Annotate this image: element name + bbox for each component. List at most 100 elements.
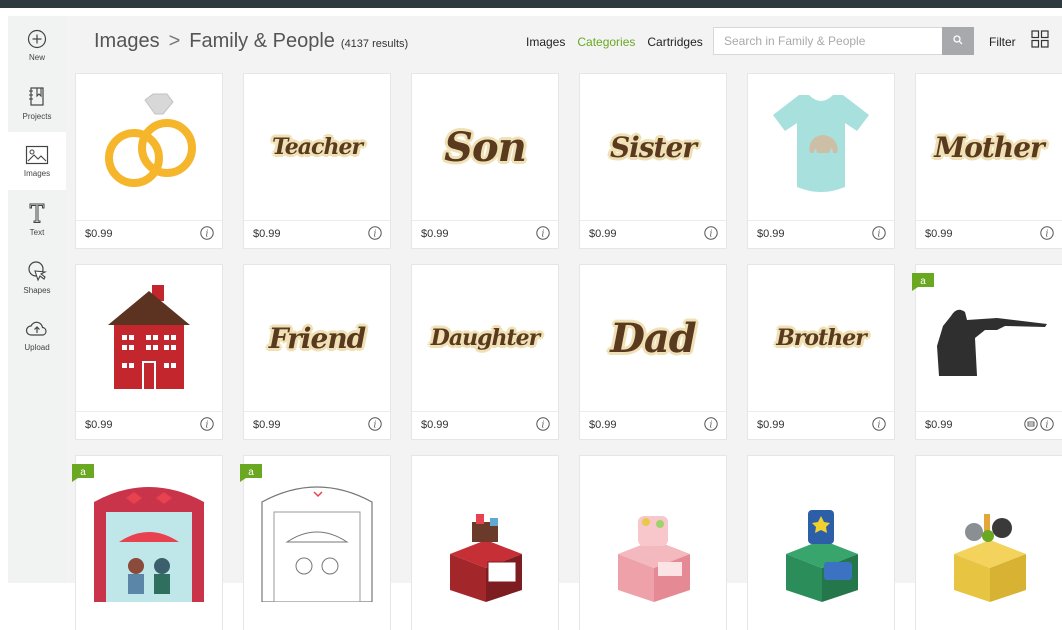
- image-card[interactable]: $0.99 i: [76, 74, 222, 248]
- image-card[interactable]: a $0.99 i: [912, 265, 1062, 439]
- image-thumbnail: [76, 74, 222, 220]
- svg-text:i: i: [1046, 230, 1049, 240]
- price-label: $0.99: [925, 228, 953, 240]
- shapes-icon: [26, 260, 48, 282]
- svg-text:i: i: [542, 230, 545, 240]
- projects-icon: [27, 86, 47, 108]
- breadcrumb-current: Family & People: [189, 30, 335, 52]
- word-art: Son: [444, 123, 527, 171]
- image-card[interactable]: a: [72, 456, 222, 630]
- svg-text:a: a: [920, 276, 926, 287]
- image-card[interactable]: Teacher $0.99 i: [244, 74, 390, 248]
- word-art: Teacher: [271, 134, 363, 160]
- sidebar: New Projects Images Text Shapes Upload: [8, 16, 66, 583]
- result-count: (4137 results): [340, 38, 409, 50]
- sidebar-item-label: Projects: [22, 111, 52, 121]
- card-divider: [580, 411, 726, 412]
- info-icon[interactable]: i: [200, 417, 214, 431]
- breadcrumb: Images > Family & People (4137 results): [94, 30, 408, 53]
- nav-images[interactable]: Images: [526, 35, 565, 49]
- image-card[interactable]: $0.99 i: [748, 74, 894, 248]
- price-label: $0.99: [589, 419, 617, 431]
- info-icon[interactable]: i: [872, 417, 886, 431]
- header: Images > Family & People (4137 results) …: [66, 16, 1062, 68]
- filter-button[interactable]: Filter: [989, 35, 1016, 49]
- search-input[interactable]: [714, 28, 950, 54]
- image-card[interactable]: [748, 456, 894, 630]
- info-icon[interactable]: i: [1040, 226, 1054, 240]
- image-thumbnail: Mother: [916, 74, 1062, 220]
- grid-view-toggle[interactable]: [1031, 30, 1049, 53]
- image-card[interactable]: $0.99 i: [76, 265, 222, 439]
- image-thumbnail: [748, 456, 894, 602]
- card-divider: [244, 220, 390, 221]
- image-card[interactable]: a: [240, 456, 390, 630]
- image-card[interactable]: [412, 456, 558, 630]
- image-thumbnail: [76, 456, 222, 602]
- word-art: Friend: [268, 321, 367, 355]
- image-thumbnail: Daughter: [412, 265, 558, 411]
- price-label: $0.99: [253, 419, 281, 431]
- word-art: Brother: [776, 325, 867, 351]
- price-label: $0.99: [253, 228, 281, 240]
- svg-text:i: i: [1046, 421, 1049, 431]
- sidebar-item-shapes[interactable]: Shapes: [8, 248, 66, 306]
- svg-text:i: i: [374, 421, 377, 431]
- info-icon[interactable]: i: [368, 417, 382, 431]
- image-thumbnail: [916, 265, 1062, 411]
- sidebar-item-text[interactable]: Text: [8, 190, 66, 248]
- sidebar-item-label: Images: [23, 168, 51, 178]
- info-icon[interactable]: i: [200, 226, 214, 240]
- sidebar-item-label: Shapes: [23, 285, 51, 295]
- sidebar-item-upload[interactable]: Upload: [8, 306, 66, 364]
- image-card[interactable]: Daughter $0.99 i: [412, 265, 558, 439]
- image-thumbnail: Sister: [580, 74, 726, 220]
- price-label: $0.99: [925, 419, 953, 431]
- image-card[interactable]: [580, 456, 726, 630]
- card-divider: [580, 220, 726, 221]
- image-card[interactable]: Friend $0.99 i: [244, 265, 390, 439]
- image-thumbnail: Son: [412, 74, 558, 220]
- info-icon[interactable]: i: [704, 417, 718, 431]
- sidebar-item-new[interactable]: New: [8, 16, 66, 74]
- image-card[interactable]: Brother $0.99 i: [748, 265, 894, 439]
- image-thumbnail: [748, 74, 894, 220]
- image-thumbnail: Teacher: [244, 74, 390, 220]
- image-card[interactable]: Mother $0.99 i: [916, 74, 1062, 248]
- card-divider: [412, 411, 558, 412]
- nav-cartridges[interactable]: Cartridges: [647, 35, 702, 49]
- sidebar-item-images[interactable]: Images: [8, 132, 66, 190]
- info-icon[interactable]: i: [536, 226, 550, 240]
- price-label: $0.99: [757, 419, 785, 431]
- card-divider: [748, 411, 894, 412]
- print-then-cut-icon: [1024, 417, 1038, 431]
- search-button[interactable]: [942, 27, 974, 55]
- main-content: Images > Family & People (4137 results) …: [66, 16, 1062, 630]
- word-art: Mother: [934, 130, 1045, 164]
- card-divider: [76, 411, 222, 412]
- image-card[interactable]: [916, 456, 1062, 630]
- info-icon[interactable]: i: [872, 226, 886, 240]
- svg-text:i: i: [710, 230, 713, 240]
- image-thumbnail: Friend: [244, 265, 390, 411]
- breadcrumb-separator: >: [168, 30, 181, 52]
- image-thumbnail: [412, 456, 558, 602]
- svg-text:a: a: [80, 467, 86, 478]
- image-thumbnail: [244, 456, 390, 602]
- info-icon[interactable]: i: [1040, 417, 1054, 431]
- info-icon[interactable]: i: [536, 417, 550, 431]
- svg-text:i: i: [878, 421, 881, 431]
- image-card[interactable]: Dad $0.99 i: [580, 265, 726, 439]
- sidebar-item-label: Text: [29, 227, 45, 237]
- grid-view-icon: [1031, 30, 1049, 52]
- image-card[interactable]: Sister $0.99 i: [580, 74, 726, 248]
- image-card[interactable]: Son $0.99 i: [412, 74, 558, 248]
- info-icon[interactable]: i: [704, 226, 718, 240]
- info-icon[interactable]: i: [368, 226, 382, 240]
- image-thumbnail: [76, 265, 222, 411]
- sidebar-item-projects[interactable]: Projects: [8, 74, 66, 132]
- search-icon: [953, 32, 963, 50]
- price-label: $0.99: [85, 419, 113, 431]
- breadcrumb-images-link[interactable]: Images: [94, 30, 160, 53]
- nav-categories[interactable]: Categories: [577, 35, 635, 49]
